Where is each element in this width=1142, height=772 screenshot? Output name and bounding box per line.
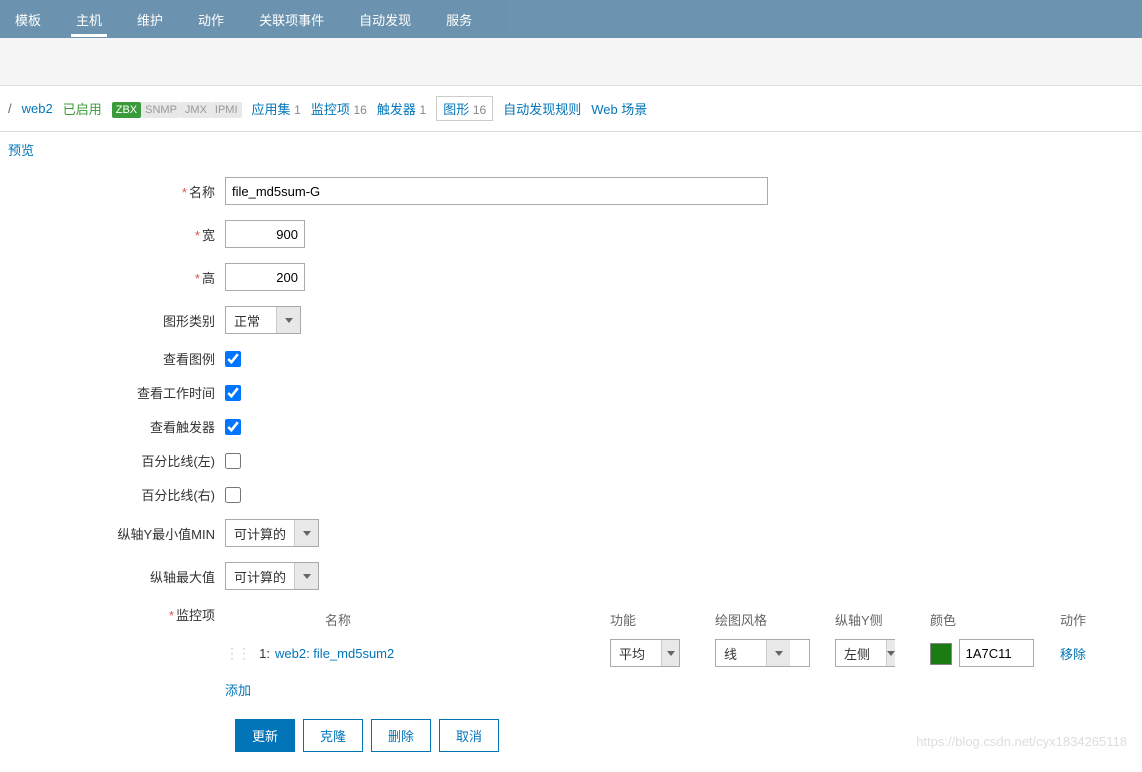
- func-value: 平均: [611, 640, 661, 666]
- header-style: 绘图风格: [715, 610, 835, 629]
- items-label: 监控项: [176, 608, 215, 623]
- slash: /: [8, 101, 12, 116]
- color-swatch[interactable]: [930, 643, 952, 665]
- width-input[interactable]: [225, 220, 305, 248]
- row-index: 1:: [245, 646, 275, 661]
- update-button[interactable]: 更新: [235, 719, 295, 752]
- header-name: 名称: [275, 610, 610, 629]
- chevron-down-icon[interactable]: [886, 640, 895, 666]
- percent-right-label: 百分比线(右): [141, 488, 215, 503]
- graphs-box: 图形 16: [436, 96, 493, 121]
- delete-button[interactable]: 删除: [371, 719, 431, 752]
- top-nav: 模板 主机 维护 动作 关联项事件 自动发现 服务: [0, 0, 1142, 38]
- nav-discovery[interactable]: 自动发现: [354, 2, 416, 37]
- app-set-count: 1: [294, 103, 301, 117]
- ymax-label: 纵轴最大值: [150, 570, 215, 585]
- style-select[interactable]: 线: [715, 639, 810, 667]
- sub-header: [0, 38, 1142, 86]
- triggers-count: 1: [420, 103, 427, 117]
- items-header: 名称 功能 绘图风格 纵轴Y侧 颜色 动作: [225, 605, 1120, 634]
- show-worktime-label: 查看工作时间: [137, 386, 215, 401]
- graph-type-select[interactable]: 正常: [225, 306, 301, 334]
- graph-type-value: 正常: [226, 307, 276, 333]
- nav-services[interactable]: 服务: [441, 2, 477, 37]
- graphs-link[interactable]: 图形: [443, 102, 469, 117]
- header-side: 纵轴Y侧: [835, 610, 930, 629]
- graphs-count: 16: [473, 103, 486, 117]
- header-action: 动作: [1060, 610, 1120, 629]
- host-link[interactable]: web2: [22, 101, 53, 116]
- width-label: 宽: [202, 228, 215, 243]
- discovery-link[interactable]: 自动发现规则: [503, 99, 581, 118]
- show-worktime-checkbox[interactable]: [225, 385, 241, 401]
- color-input[interactable]: [959, 639, 1034, 667]
- items-link[interactable]: 监控项: [311, 102, 350, 117]
- app-set-link[interactable]: 应用集: [252, 102, 291, 117]
- nav-actions[interactable]: 动作: [193, 2, 229, 37]
- breadcrumb: / web2 已启用 ZBXSNMPJMXIPMI 应用集 1 监控项 16 触…: [0, 86, 1142, 132]
- percent-right-checkbox[interactable]: [225, 487, 241, 503]
- percent-left-checkbox[interactable]: [225, 453, 241, 469]
- height-label: 高: [202, 271, 215, 286]
- items-count: 16: [354, 103, 367, 117]
- style-value: 线: [716, 640, 766, 666]
- show-legend-checkbox[interactable]: [225, 351, 241, 367]
- nav-hosts[interactable]: 主机: [71, 2, 107, 37]
- name-input[interactable]: [225, 177, 768, 205]
- graph-form: *名称 *宽 *高 图形类别 正常 查看图例 查看工作时间 查看触发器 百分比线…: [0, 167, 1142, 772]
- nav-maintenance[interactable]: 维护: [132, 2, 168, 37]
- ymax-value: 可计算的: [226, 563, 294, 589]
- percent-left-label: 百分比线(左): [141, 454, 215, 469]
- show-triggers-label: 查看触发器: [150, 420, 215, 435]
- name-label: 名称: [189, 185, 215, 200]
- remove-link[interactable]: 移除: [1060, 647, 1086, 662]
- preview-section: 预览: [0, 132, 1142, 167]
- badge-snmp: SNMP: [141, 102, 181, 118]
- show-legend-label: 查看图例: [163, 352, 215, 367]
- func-select[interactable]: 平均: [610, 639, 680, 667]
- ymin-select[interactable]: 可计算的: [225, 519, 319, 547]
- add-item-link[interactable]: 添加: [225, 680, 251, 699]
- nav-templates[interactable]: 模板: [10, 2, 46, 37]
- chevron-down-icon[interactable]: [276, 307, 300, 333]
- button-row: 更新 克隆 删除 取消: [235, 719, 1142, 752]
- badge-ipmi: IPMI: [211, 102, 242, 118]
- status-enabled: 已启用: [63, 99, 102, 118]
- show-triggers-checkbox[interactable]: [225, 419, 241, 435]
- badge-zbx: ZBX: [112, 102, 141, 118]
- header-color: 颜色: [930, 610, 1060, 629]
- triggers-link[interactable]: 触发器: [377, 102, 416, 117]
- table-row: ⋮⋮ 1: web2: file_md5sum2 平均 线: [225, 634, 1120, 672]
- graph-type-label: 图形类别: [163, 314, 215, 329]
- preview-link[interactable]: 预览: [8, 143, 34, 158]
- chevron-down-icon[interactable]: [294, 520, 318, 546]
- chevron-down-icon[interactable]: [661, 640, 679, 666]
- height-input[interactable]: [225, 263, 305, 291]
- item-name-link[interactable]: web2: file_md5sum2: [275, 646, 394, 661]
- chevron-down-icon[interactable]: [294, 563, 318, 589]
- ymin-label: 纵轴Y最小值MIN: [117, 527, 215, 542]
- cancel-button[interactable]: 取消: [439, 719, 499, 752]
- side-value: 左侧: [836, 640, 886, 666]
- chevron-down-icon[interactable]: [766, 640, 790, 666]
- clone-button[interactable]: 克隆: [303, 719, 363, 752]
- ymax-select[interactable]: 可计算的: [225, 562, 319, 590]
- ymin-value: 可计算的: [226, 520, 294, 546]
- web-scenario-link[interactable]: Web 场景: [591, 99, 647, 118]
- side-select[interactable]: 左侧: [835, 639, 895, 667]
- header-func: 功能: [610, 610, 715, 629]
- nav-correlation[interactable]: 关联项事件: [254, 2, 329, 37]
- badge-jmx: JMX: [181, 102, 211, 118]
